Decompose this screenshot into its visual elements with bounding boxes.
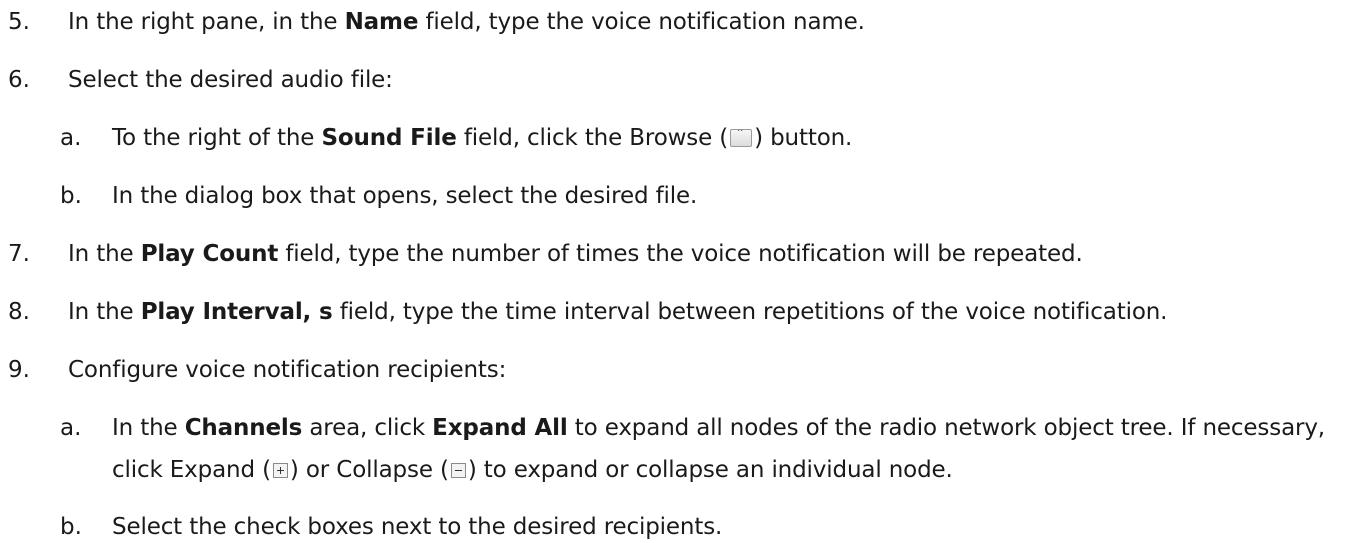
- step-number: 6.: [8, 67, 30, 93]
- substep-letter: b.: [60, 514, 82, 540]
- field-name-label: Sound File: [321, 125, 457, 151]
- step-text: Select the desired audio file:: [68, 67, 393, 93]
- step-number: 8.: [8, 299, 30, 325]
- field-name-label: Play Interval, s: [140, 299, 333, 325]
- area-name-label: Channels: [184, 415, 303, 441]
- substep-text: To the right of the Sound File field, cl…: [112, 119, 852, 154]
- substep-text: In the Channels area, click Expand All t…: [112, 415, 1325, 441]
- step-number: 5.: [8, 9, 30, 35]
- field-name-label: Name: [344, 9, 419, 35]
- step-number: 7.: [8, 241, 30, 267]
- substep-letter: a.: [60, 125, 82, 151]
- step-text: In the Play Interval, s field, type the …: [68, 299, 1168, 325]
- expand-plus-icon: [272, 463, 288, 478]
- substep-letter: b.: [60, 183, 82, 209]
- step-text: In the Play Count field, type the number…: [68, 241, 1083, 267]
- substep-letter: a.: [60, 415, 82, 441]
- substep-text: In the dialog box that opens, select the…: [112, 183, 698, 209]
- substep-text: Select the check boxes next to the desir…: [112, 514, 723, 540]
- collapse-minus-icon: [450, 463, 466, 478]
- step-text: Configure voice notification recipients:: [68, 357, 507, 383]
- field-name-label: Play Count: [140, 241, 279, 267]
- step-number: 9.: [8, 357, 30, 383]
- button-name-label: Expand All: [432, 415, 568, 441]
- browse-button-icon: [730, 119, 753, 147]
- substep-text-continued: click Expand () or Collapse () to expand…: [112, 457, 953, 483]
- step-text: In the right pane, in the Name field, ty…: [68, 9, 865, 35]
